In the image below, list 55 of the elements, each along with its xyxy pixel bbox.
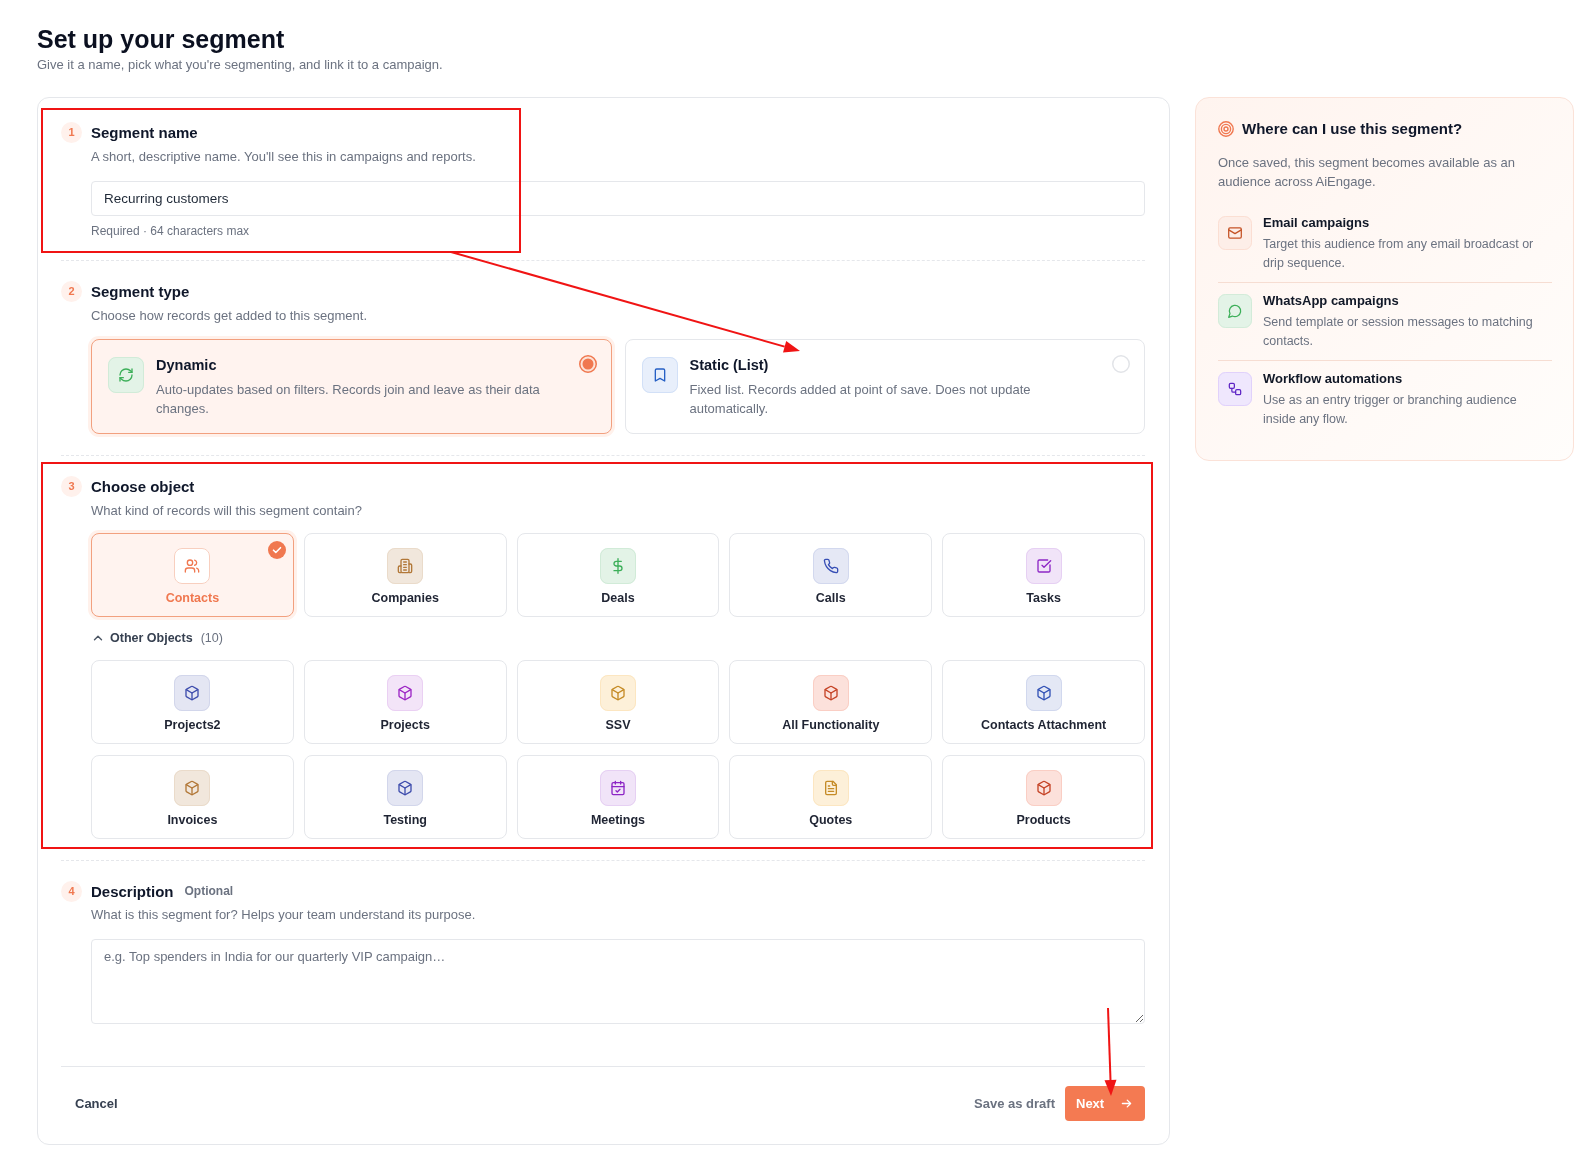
section-title: Choose object <box>91 477 195 497</box>
section-description: Choose how records get added to this segment. <box>91 307 369 325</box>
object-option[interactable]: Quotes <box>729 755 933 839</box>
object-option[interactable]: Companies <box>303 533 507 617</box>
section-title: Description <box>91 882 174 902</box>
step-number: 4 <box>61 881 82 902</box>
object-option[interactable]: Meetings <box>516 755 720 839</box>
use-case-title: WhatsApp campaigns <box>1263 292 1400 310</box>
save-draft-button[interactable]: Save as draft <box>964 1086 1065 1121</box>
object-option[interactable]: Projects2 <box>91 660 294 744</box>
use-case-description: Target this audience from any email broadcast or drip sequence. <box>1263 236 1535 272</box>
description-textarea[interactable]: e.g. Top spenders in India for our quarterly VIP campaign… <box>91 939 1145 1024</box>
object-option[interactable]: Contacts Attachment <box>942 660 1145 744</box>
arrow-right-icon <box>1121 1098 1132 1109</box>
section-description: What is this segment for? Helps your team understand its purpose. <box>91 906 477 924</box>
panel-description: Once saved, this segment becomes available as an audience across AiEngage. <box>1218 154 1516 191</box>
use-case-description: Use as an entry trigger or branching audience inside any flow. <box>1263 392 1518 428</box>
segment-type-card[interactable]: Dynamic Auto-updates based on filters. Records join and leave as their data changes. <box>91 339 612 434</box>
cancel-button[interactable]: Cancel <box>61 1086 132 1121</box>
option-description: Fixed list. Records added at point of save. Does not update automatically. <box>689 381 1032 418</box>
page-title: Set up your segment <box>37 24 286 55</box>
section-title: Segment name <box>91 123 198 143</box>
target-icon <box>1218 121 1234 137</box>
step-number: 2 <box>61 281 82 302</box>
field-hint: Required · 64 characters max <box>91 223 251 239</box>
chevron-up-icon <box>93 633 103 643</box>
panel-title: Where can I use this segment? <box>1242 119 1463 139</box>
page-subtitle: Give it a name, pick what you're segmenting, and link it to a campaign. <box>37 56 444 74</box>
section-description: What kind of records will this segment contain? <box>91 502 363 520</box>
use-case-title: Workflow automations <box>1263 370 1404 388</box>
step-number: 1 <box>61 122 82 143</box>
option-description: Auto-updates based on filters. Records join and leave as their data changes. <box>156 381 541 418</box>
check-icon <box>267 541 286 559</box>
name-input[interactable]: Recurring customers <box>91 181 1145 216</box>
object-option[interactable]: Tasks <box>942 533 1145 617</box>
object-option[interactable]: Testing <box>303 755 507 839</box>
radio-icon <box>578 355 597 373</box>
object-option[interactable]: All Functionality <box>729 660 933 744</box>
object-option[interactable]: Invoices <box>91 755 294 839</box>
other-objects-toggle[interactable]: Other Objects (10) <box>91 629 223 647</box>
section-description: A short, descriptive name. You'll see this in campaigns and reports. <box>91 148 477 166</box>
use-case-title: Email campaigns <box>1263 214 1371 232</box>
option-title: Dynamic <box>156 356 218 375</box>
option-title: Static (List) <box>689 356 770 375</box>
radio-icon <box>1112 355 1130 373</box>
section-title: Segment type <box>91 282 190 302</box>
object-option[interactable]: SSV <box>516 660 720 744</box>
object-option[interactable]: Calls <box>729 533 933 617</box>
object-option[interactable]: Products <box>942 755 1145 839</box>
use-case-description: Send template or session messages to matching contacts. <box>1263 314 1534 350</box>
step-number: 3 <box>61 476 82 497</box>
optional-label: Optional <box>184 883 234 900</box>
segment-type-card[interactable]: Static (List) Fixed list. Records added at point of save. Does not update automatically. <box>624 339 1145 434</box>
object-option[interactable]: Projects <box>303 660 507 744</box>
object-option[interactable]: Deals <box>516 533 720 617</box>
